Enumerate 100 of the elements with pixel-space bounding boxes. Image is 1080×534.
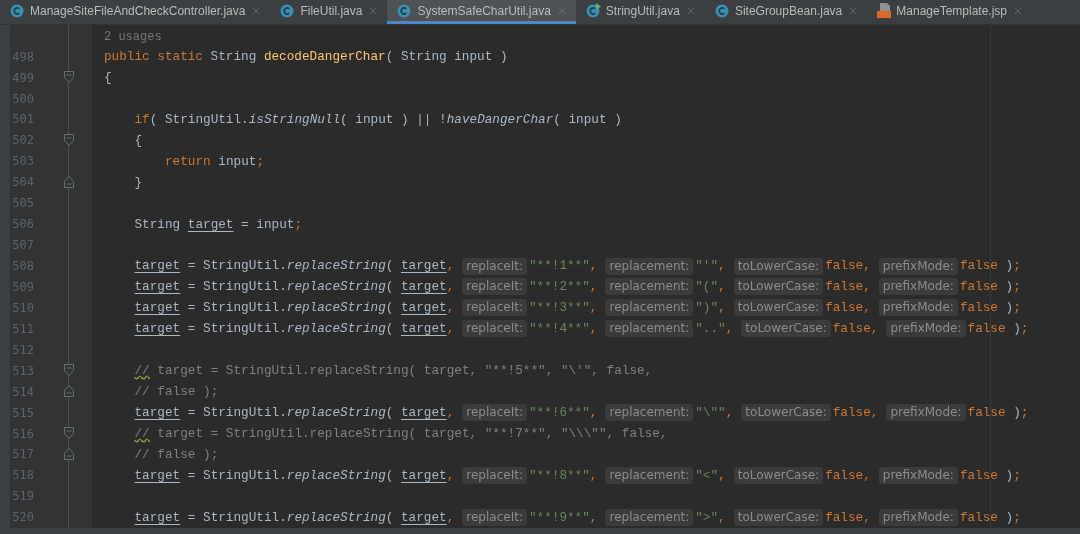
tab-label: StringUtil.java [605, 2, 680, 20]
method-call: haveDangerChar [446, 110, 554, 129]
code-text: { [134, 131, 143, 150]
parameter-hint: replaceIt: [462, 257, 527, 275]
code-keyword: , [446, 257, 455, 276]
code-keyword: , [589, 508, 598, 527]
string-literal: "**!4**" [528, 320, 590, 339]
tab-label: ManageTemplate.jsp [896, 2, 1008, 20]
code-text: = StringUtil. [186, 508, 287, 527]
code-keyword: , [589, 466, 598, 485]
code-keyword: , [589, 320, 598, 339]
string-literal: "<" [695, 466, 719, 485]
code-keyword: false, [825, 278, 871, 297]
parameter-hint: prefixMode: [878, 299, 958, 317]
code-keyword: , [718, 299, 726, 318]
parameter-hint: replaceIt: [462, 320, 527, 338]
code-text: ( [385, 466, 395, 485]
fold-collapse-icon[interactable] [64, 364, 74, 377]
parameter-hint: replaceIt: [462, 299, 527, 317]
method-call: replaceString [286, 299, 386, 318]
fold-collapse-icon[interactable] [64, 133, 74, 146]
code-keyword: false, [825, 466, 871, 485]
fold-collapse-icon[interactable] [64, 71, 74, 84]
tab-label: SystemSafeCharUtil.java [417, 2, 551, 20]
parameter-hint: toLowerCase: [741, 320, 831, 338]
code-keyword: , [446, 278, 455, 297]
fold-end-icon[interactable] [64, 175, 74, 188]
code-text: ) [1004, 257, 1014, 276]
code-text: ) [1012, 404, 1021, 423]
code-keyword: , [718, 257, 726, 276]
tab-label: ManageSiteFileAndCheckController.java [30, 2, 246, 20]
code-keyword: , [718, 278, 726, 297]
parameter-hint: replaceIt: [462, 508, 527, 526]
code-keyword: ; [256, 152, 264, 171]
parameter-hint: prefixMode: [878, 278, 958, 296]
tab-label: FileUtil.java [300, 2, 363, 20]
parameter-hint: toLowerCase: [733, 299, 824, 317]
method-call: isStringNull [248, 110, 341, 129]
fold-end-icon[interactable] [64, 385, 74, 398]
code-keyword: false [959, 466, 998, 485]
fold-collapse-icon[interactable] [64, 427, 74, 440]
usages-hint[interactable]: 2 usages [104, 28, 162, 47]
code-keyword: , [446, 299, 455, 318]
code-text: ( StringUtil. [149, 110, 249, 129]
code-text: ( [385, 299, 395, 318]
code-keyword: ; [1013, 299, 1021, 318]
variable: target [134, 404, 181, 423]
method-call: replaceString [286, 404, 386, 423]
variable: target [401, 278, 447, 297]
parameter-hint: prefixMode: [886, 320, 966, 338]
variable: target [134, 466, 181, 485]
code-keyword: false [959, 278, 998, 297]
code-text: = input [240, 215, 295, 234]
string-literal: "**!8**" [528, 466, 590, 485]
code-keyword: false, [825, 508, 871, 527]
code-keyword: false [959, 257, 998, 276]
parameter-hint: replacement: [605, 466, 694, 484]
code-comment: // [134, 362, 150, 381]
string-literal: "\"" [695, 404, 726, 423]
parameter-hint: replacement: [605, 320, 694, 338]
code-keyword: , [589, 257, 598, 276]
code-keyword: ; [1013, 278, 1021, 297]
tab-label: SiteGroupBean.java [734, 2, 843, 20]
editor-tab[interactable]: ManageTemplate.jsp [867, 0, 1033, 25]
code-keyword: ; [1020, 404, 1029, 423]
code-text: = StringUtil. [186, 404, 287, 423]
code-keyword: , [725, 320, 734, 339]
parameter-hint: replacement: [605, 278, 694, 296]
string-literal: ")" [695, 299, 719, 318]
parameter-hint: prefixMode: [878, 466, 958, 484]
code-text: ( [385, 508, 395, 527]
editor-tab[interactable]: SystemSafeCharUtil.java [387, 0, 576, 25]
string-literal: "'" [695, 257, 719, 276]
class-icon [714, 3, 730, 19]
code-text: ) [1004, 299, 1014, 318]
editor-tab[interactable]: SiteGroupBean.java [704, 0, 868, 25]
variable: target [401, 320, 447, 339]
editor-tab[interactable]: StringUtil.java [575, 0, 705, 25]
code-keyword: false [967, 404, 1006, 423]
code-text: ) [1004, 508, 1014, 527]
code-text: ( [385, 257, 395, 276]
variable: target [401, 466, 447, 485]
parameter-hint: prefixMode: [886, 404, 966, 422]
parameter-hint: toLowerCase: [733, 257, 824, 275]
editor-tab[interactable]: ManageSiteFileAndCheckController.java [0, 0, 271, 25]
code-keyword: false [959, 508, 998, 527]
code-text: = StringUtil. [186, 257, 287, 276]
code-text: ( [385, 278, 395, 297]
code-keyword: false, [832, 320, 879, 339]
method-call: replaceString [286, 257, 386, 276]
code-comment: target = StringUtil.replaceString( target, "**!5**", "\'", false, [156, 362, 653, 381]
variable: target [134, 320, 181, 339]
code-text: ) [1004, 278, 1014, 297]
parameter-hint: replaceIt: [462, 466, 527, 484]
fold-end-icon[interactable] [64, 448, 74, 460]
editor-tab[interactable]: FileUtil.java [270, 0, 388, 25]
parameter-hint: replacement: [605, 404, 694, 422]
code-keyword: false [959, 299, 998, 318]
string-literal: ">" [695, 508, 719, 527]
variable: target [401, 257, 447, 276]
